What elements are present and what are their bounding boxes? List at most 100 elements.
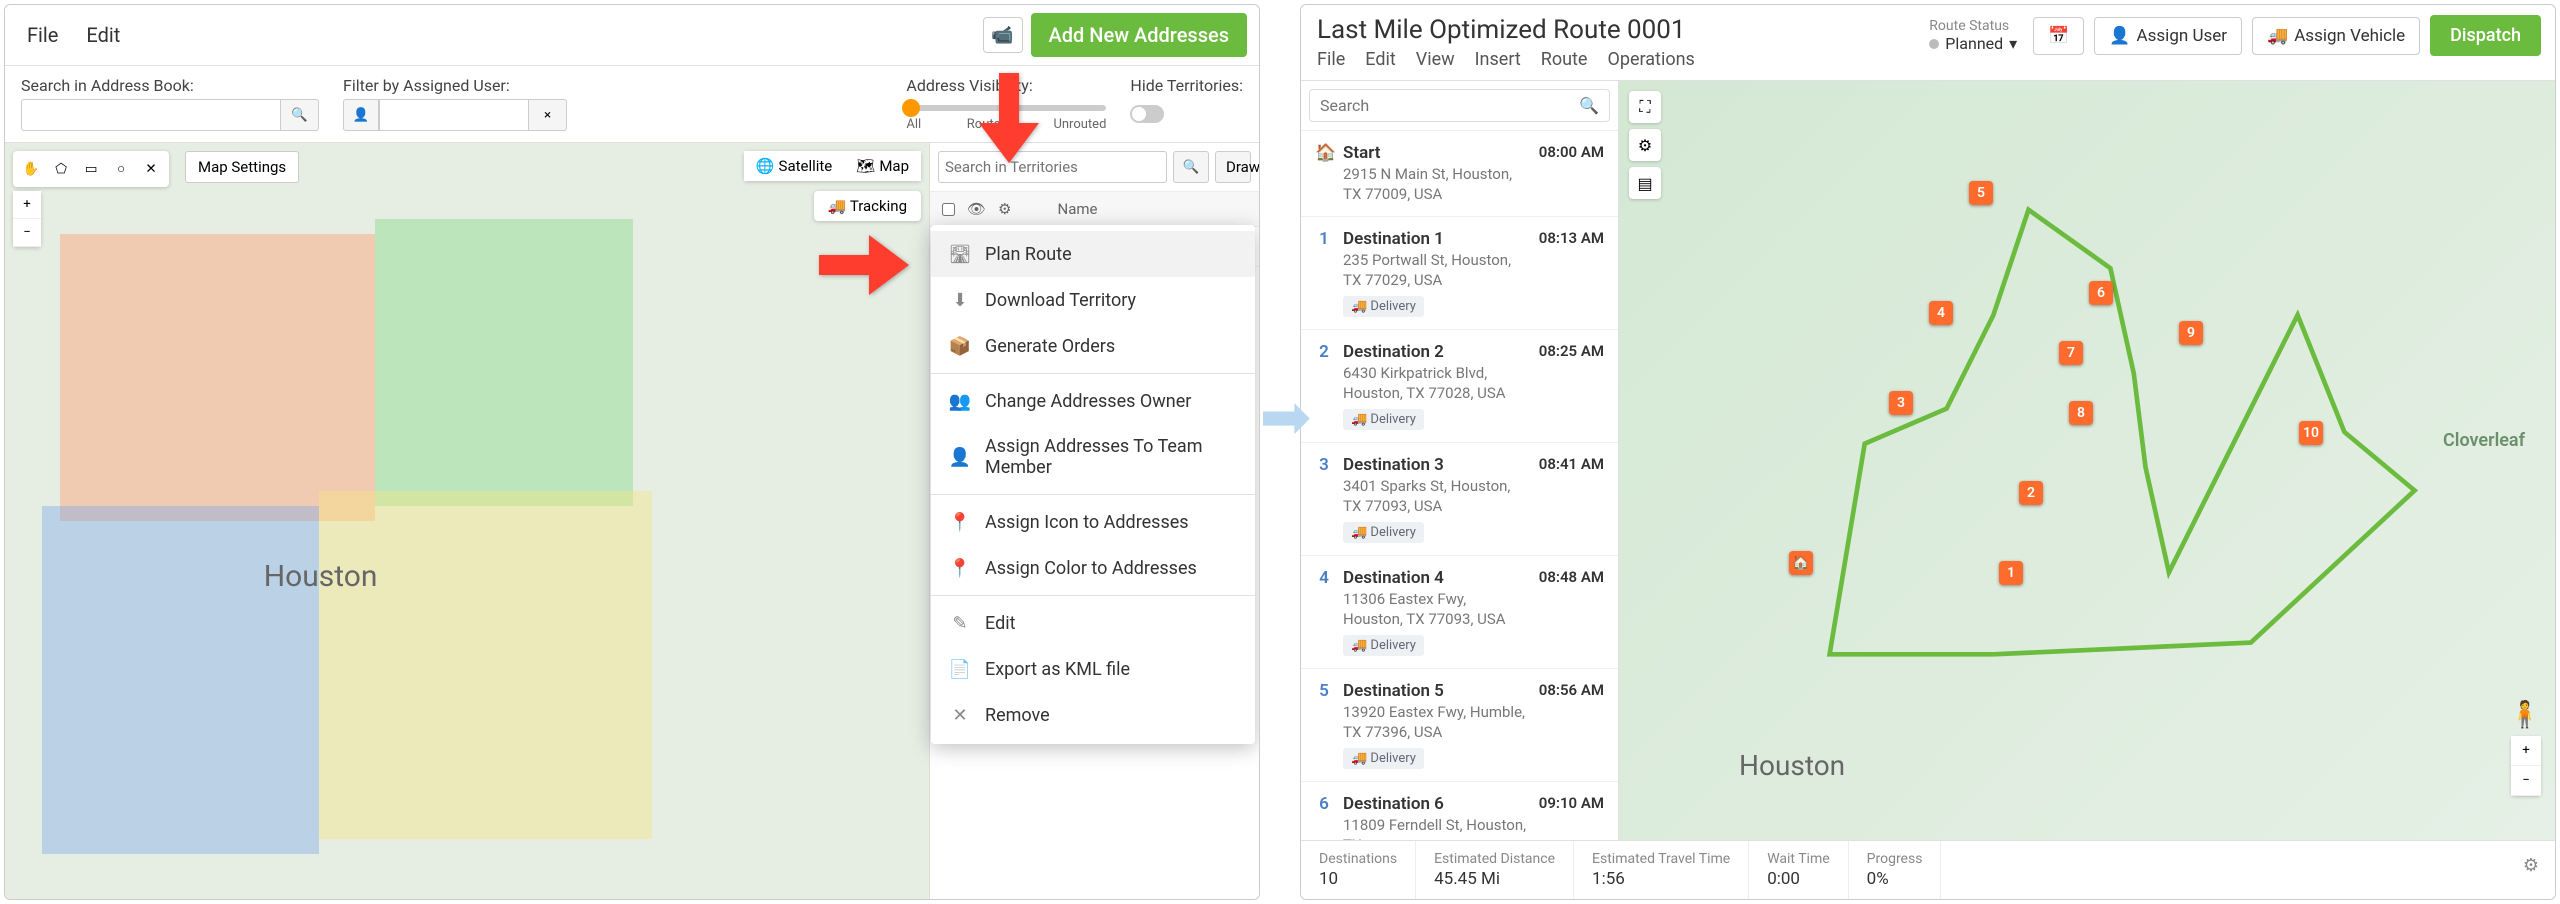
layers-button[interactable]: ▤ <box>1629 167 1661 199</box>
marker-8[interactable]: 8 <box>2069 401 2093 425</box>
status-dot <box>1929 39 1939 49</box>
rmenu-view[interactable]: View <box>1416 49 1455 70</box>
search-label: Search in Address Book: <box>21 76 319 95</box>
stop-item[interactable]: 5 Destination 5 13920 Eastex Fwy, Humble… <box>1301 669 1618 782</box>
houston-label: Houston <box>1739 749 1845 782</box>
map-icon: 🗺 <box>856 157 875 175</box>
rmenu-insert[interactable]: Insert <box>1475 49 1521 70</box>
calendar-icon: 📅 <box>2048 26 2069 46</box>
zoom-in-button[interactable]: + <box>2511 736 2541 766</box>
ctx-remove[interactable]: ✕Remove <box>931 692 1255 738</box>
vis-all: All <box>906 117 921 132</box>
hide-terr-label: Hide Territories: <box>1130 76 1243 95</box>
pin-icon: 📍 <box>949 557 971 579</box>
search-button[interactable]: 🔍 <box>281 99 319 131</box>
instruction-arrow-down <box>979 73 1039 163</box>
stop-item[interactable]: 4 Destination 4 11306 Eastex Fwy, Housto… <box>1301 556 1618 669</box>
marker-home[interactable]: 🏠 <box>1789 551 1813 575</box>
marker-4[interactable]: 4 <box>1929 301 1953 325</box>
marker-10[interactable]: 10 <box>2299 421 2323 445</box>
stops-list[interactable]: 🏠 Start 2915 N Main St, Houston, TX 7700… <box>1301 131 1618 840</box>
stop-time: 09:10 AM <box>1539 794 1604 840</box>
stop-item[interactable]: 🏠 Start 2915 N Main St, Houston, TX 7700… <box>1301 131 1618 217</box>
map-button[interactable]: 🗺Map <box>844 151 921 181</box>
menu-edit[interactable]: Edit <box>76 19 130 51</box>
pegman-icon[interactable]: 🧍 <box>2509 700 2541 730</box>
rmenu-file[interactable]: File <box>1317 49 1345 70</box>
ctx-export-kml[interactable]: 📄Export as KML file <box>931 646 1255 692</box>
satellite-button[interactable]: 🌐Satellite <box>744 151 844 181</box>
select-all-checkbox[interactable] <box>942 203 955 216</box>
marker-5[interactable]: 5 <box>1969 181 1993 205</box>
rmenu-route[interactable]: Route <box>1541 49 1588 70</box>
ctx-plan-route[interactable]: 🛣Plan Route <box>931 231 1255 277</box>
filter-bar: Search in Address Book: 🔍 Filter by Assi… <box>5 66 1259 143</box>
dispatch-button[interactable]: Dispatch <box>2430 15 2541 56</box>
map-drawing-toolbar: ✋ ⬠ ▭ ○ ✕ <box>13 151 169 187</box>
truck-icon: 🚚 <box>828 197 847 215</box>
map-area[interactable]: Houston ✋ ⬠ ▭ ○ ✕ Map Settings + − 🌐Sate… <box>5 143 929 899</box>
circle-tool[interactable]: ○ <box>107 155 135 183</box>
stop-address: 11809 Ferndell St, Houston, TX <box>1343 816 1529 840</box>
assign-vehicle-button[interactable]: 🚚Assign Vehicle <box>2252 17 2420 55</box>
draw-territory-button[interactable]: Draw New Territory <box>1215 151 1251 183</box>
tracking-button[interactable]: 🚚 Tracking <box>814 191 921 221</box>
user-filter-input[interactable] <box>379 99 529 131</box>
user-icon-button[interactable]: 👤 <box>343 99 379 131</box>
add-addresses-button[interactable]: Add New Addresses <box>1031 13 1247 57</box>
route-panel: Last Mile Optimized Route 0001 File Edit… <box>1300 4 2556 900</box>
polygon-tool[interactable]: ⬠ <box>47 155 75 183</box>
hide-territories-toggle[interactable] <box>1130 105 1164 123</box>
territory-search-button[interactable]: 🔍 <box>1173 151 1209 183</box>
search-icon: 🔍 <box>291 108 308 123</box>
zoom-in-button[interactable]: + <box>13 191 41 219</box>
marker-6[interactable]: 6 <box>2089 281 2113 305</box>
stop-item[interactable]: 3 Destination 3 3401 Sparks St, Houston,… <box>1301 443 1618 556</box>
fullscreen-button[interactable]: ⛶ <box>1629 91 1661 123</box>
zoom-out-button[interactable]: − <box>2511 766 2541 796</box>
stop-item[interactable]: 6 Destination 6 11809 Ferndell St, Houst… <box>1301 782 1618 840</box>
rmenu-edit[interactable]: Edit <box>1365 49 1395 70</box>
stop-item[interactable]: 2 Destination 2 6430 Kirkpatrick Blvd, H… <box>1301 330 1618 443</box>
marker-9[interactable]: 9 <box>2179 321 2203 345</box>
calendar-button[interactable]: 📅 <box>2033 17 2084 55</box>
search-icon: 🔍 <box>1183 160 1200 175</box>
map-settings-button[interactable]: Map Settings <box>185 151 299 183</box>
stop-address: 6430 Kirkpatrick Blvd, Houston, TX 77028… <box>1343 364 1529 403</box>
stops-search-input[interactable] <box>1320 96 1579 115</box>
stop-name: Start <box>1343 143 1529 163</box>
hand-tool[interactable]: ✋ <box>17 155 45 183</box>
camera-button[interactable]: 📹 <box>983 17 1023 53</box>
rect-tool[interactable]: ▭ <box>77 155 105 183</box>
ctx-edit[interactable]: ✎Edit <box>931 600 1255 646</box>
stat-destinations: Destinations 10 <box>1301 841 1416 899</box>
zoom-out-button[interactable]: − <box>13 219 41 247</box>
territory-context-menu: 🛣Plan Route ⬇Download Territory 📦Generat… <box>931 225 1255 744</box>
clear-tool[interactable]: ✕ <box>137 155 165 183</box>
route-status[interactable]: Route Status Planned ▾ <box>1929 18 2017 53</box>
ctx-download-territory[interactable]: ⬇Download Territory <box>931 277 1255 323</box>
clear-filter-button[interactable]: × <box>529 99 567 131</box>
marker-7[interactable]: 7 <box>2059 341 2083 365</box>
assign-user-button[interactable]: 👤Assign User <box>2094 17 2242 55</box>
stop-name: Destination 3 <box>1343 455 1529 475</box>
search-icon[interactable]: 🔍 <box>1579 96 1599 115</box>
stats-settings-button[interactable]: ⚙ <box>2507 841 2555 899</box>
route-map[interactable]: 🏠 1 2 3 4 5 6 7 8 9 10 ⛶ ⚙ ▤ Houston Clo… <box>1619 81 2555 840</box>
ctx-generate-orders[interactable]: 📦Generate Orders <box>931 323 1255 369</box>
ctx-assign-color[interactable]: 📍Assign Color to Addresses <box>931 545 1255 591</box>
ctx-assign-team[interactable]: 👤Assign Addresses To Team Member <box>931 424 1255 490</box>
rmenu-operations[interactable]: Operations <box>1607 49 1694 70</box>
marker-2[interactable]: 2 <box>2019 481 2043 505</box>
ctx-change-owner[interactable]: 👥Change Addresses Owner <box>931 378 1255 424</box>
menu-file[interactable]: File <box>17 19 68 51</box>
settings-button[interactable]: ⚙ <box>1629 129 1661 161</box>
search-input[interactable] <box>21 99 281 131</box>
territory-search-input[interactable] <box>938 151 1167 183</box>
stop-item[interactable]: 1 Destination 1 235 Portwall St, Houston… <box>1301 217 1618 330</box>
marker-3[interactable]: 3 <box>1889 391 1913 415</box>
gear-icon: ⚙ <box>2523 855 2539 876</box>
stop-number: 4 <box>1315 568 1333 656</box>
marker-1[interactable]: 1 <box>1999 561 2023 585</box>
ctx-assign-icon[interactable]: 📍Assign Icon to Addresses <box>931 499 1255 545</box>
